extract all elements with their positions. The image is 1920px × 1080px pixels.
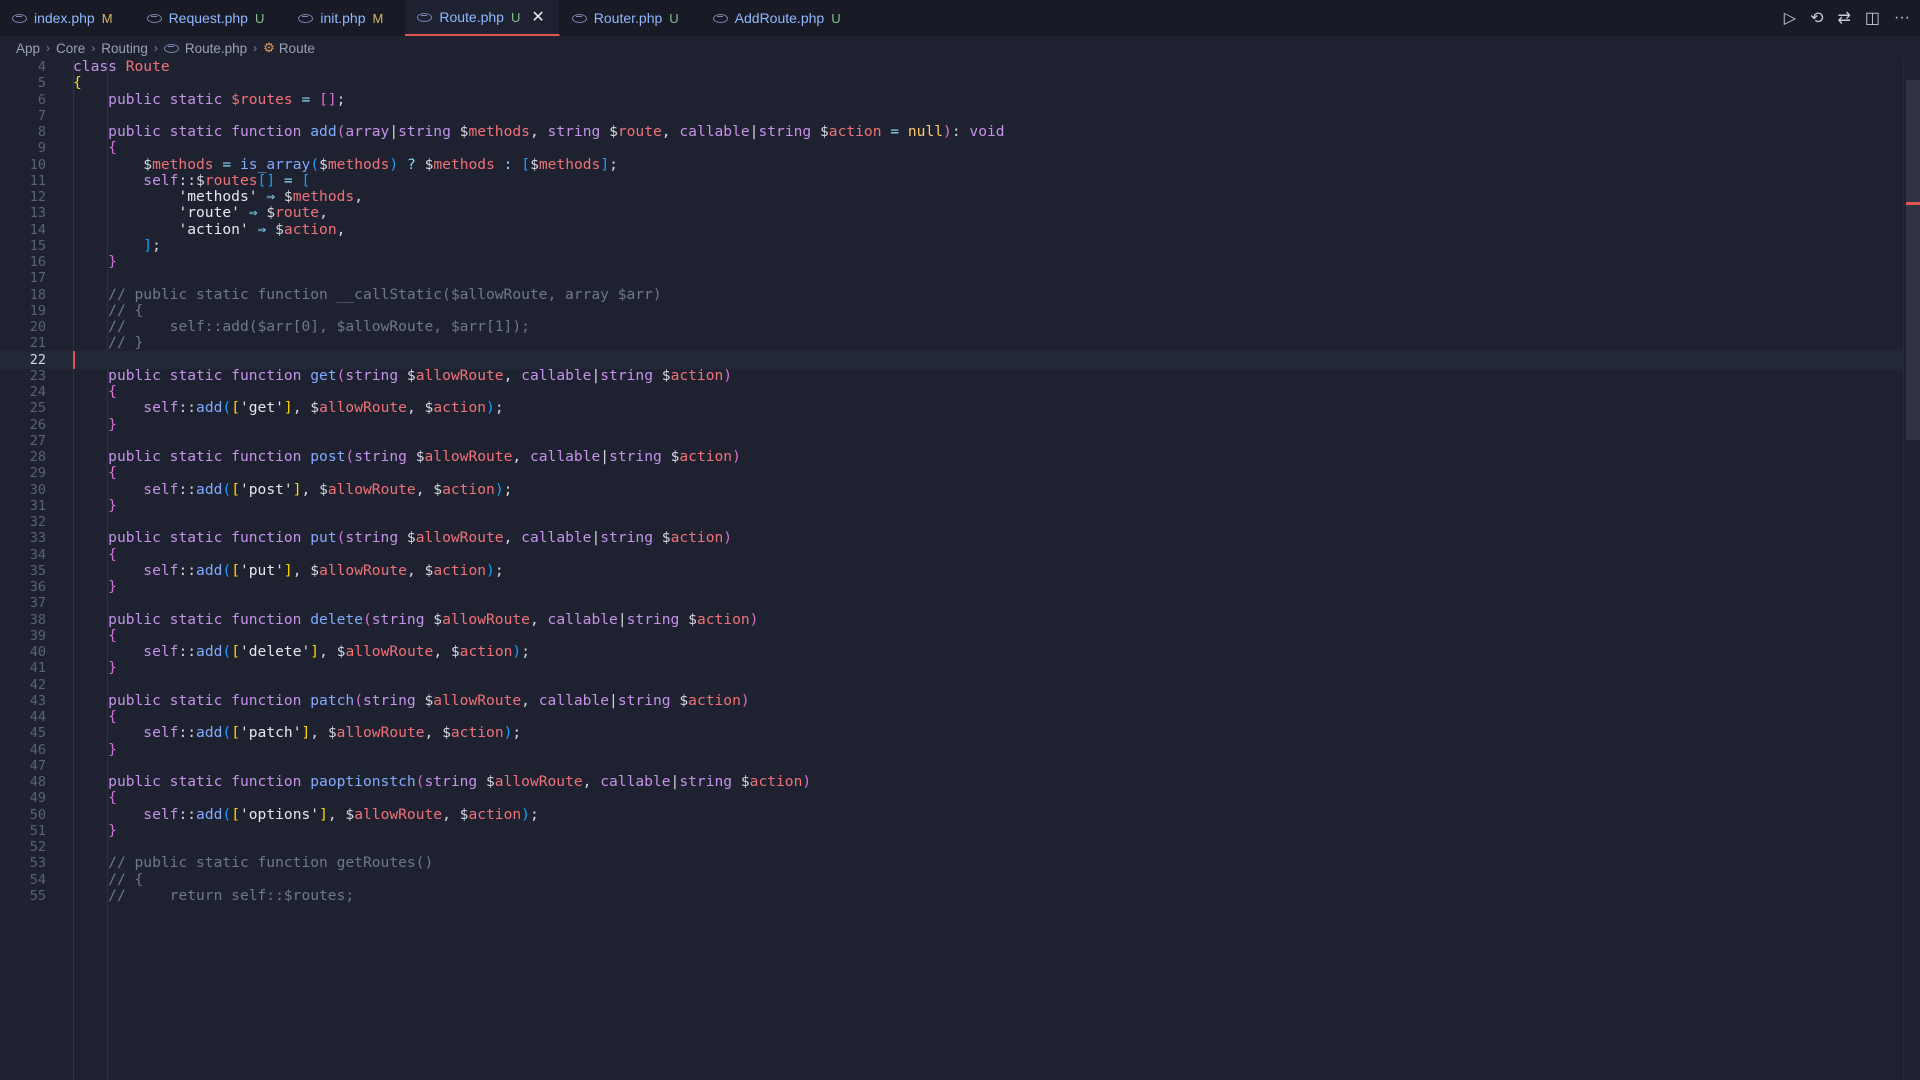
code-line[interactable]: 33 public static function put(string $al… xyxy=(0,529,1904,547)
close-icon[interactable]: ✕ xyxy=(531,7,544,27)
line-number: 53 xyxy=(29,855,46,871)
code-editor[interactable]: 4 class Route 5{6 public static $routes = … xyxy=(0,58,1920,1080)
vertical-scrollbar[interactable] xyxy=(1903,60,1920,1080)
tab-index-php[interactable]: index.php M xyxy=(0,0,135,36)
tab-route-php[interactable]: Route.php U ✕ xyxy=(405,0,560,36)
code-line[interactable]: 49 { xyxy=(0,789,1904,807)
tab-router-php[interactable]: Router.php U xyxy=(559,0,701,36)
breadcrumb-item[interactable]: App xyxy=(16,41,40,56)
code-text: { xyxy=(108,464,117,481)
chevron-right-icon: › xyxy=(91,41,96,55)
scrollbar-thumb[interactable] xyxy=(1906,80,1920,440)
code-text: { xyxy=(73,74,82,91)
tab-git-status: U xyxy=(510,9,521,25)
code-line[interactable]: 21 // } xyxy=(0,334,1904,352)
code-text: self::add(['get'], $allowRoute, $action)… xyxy=(143,399,504,416)
line-number: 21 xyxy=(29,335,46,351)
breadcrumb-item[interactable]: Routing xyxy=(101,41,148,56)
line-number: 17 xyxy=(29,270,46,286)
breadcrumb-item[interactable]: Route.php xyxy=(185,41,247,56)
tab-filename: init.php xyxy=(320,10,366,26)
code-line[interactable]: 9 { xyxy=(0,139,1904,157)
code-text: 'route' ⇒ $route, xyxy=(178,204,328,221)
code-text: } xyxy=(108,659,117,676)
php-file-icon xyxy=(571,13,587,23)
code-text: public static function put(string $allow… xyxy=(108,529,733,546)
code-line[interactable]: 45 self::add(['patch'], $allowRoute, $ac… xyxy=(0,724,1904,742)
tab-filename: index.php xyxy=(34,10,95,26)
class-symbol-icon: ⚙ xyxy=(263,40,275,55)
code-line[interactable]: 25 self::add(['get'], $allowRoute, $acti… xyxy=(0,399,1904,417)
editor-tab-bar: index.php M Request.php U init.php M Route.… xyxy=(0,0,1920,37)
tab-filename: AddRoute.php xyxy=(734,10,825,26)
php-file-icon xyxy=(298,13,314,23)
php-file-icon xyxy=(417,12,433,22)
line-number: 37 xyxy=(29,595,46,611)
line-number: 33 xyxy=(29,530,46,546)
tab-git-status: U xyxy=(254,10,265,26)
tab-git-status: M xyxy=(101,10,113,26)
code-text: // return self::$routes; xyxy=(108,887,355,904)
code-text: { xyxy=(108,139,117,156)
code-text: // } xyxy=(108,334,144,351)
code-line[interactable]: 29 { xyxy=(0,464,1904,482)
tab-init-php[interactable]: init.php M xyxy=(286,0,406,36)
tab-git-status: M xyxy=(372,10,384,26)
code-line[interactable]: 5{ xyxy=(0,74,1904,92)
chevron-right-icon: › xyxy=(46,41,51,55)
line-number: 13 xyxy=(29,205,46,221)
code-line[interactable]: 37 xyxy=(0,594,1904,612)
chevron-right-icon: › xyxy=(153,41,158,55)
tab-git-status: U xyxy=(669,10,679,26)
split-editor-icon[interactable]: ◫ xyxy=(1865,8,1880,28)
line-number: 29 xyxy=(29,465,46,481)
line-number: 9 xyxy=(37,140,46,156)
history-icon[interactable]: ⟲ xyxy=(1810,8,1823,28)
code-line[interactable]: 17 xyxy=(0,269,1904,287)
php-file-icon xyxy=(12,13,27,23)
tab-filename: Router.php xyxy=(593,10,663,26)
line-number: 55 xyxy=(29,888,46,904)
code-line[interactable]: 53 // public static function getRoutes() xyxy=(0,854,1904,872)
code-text: // public static function getRoutes() xyxy=(108,854,434,871)
line-number: 5 xyxy=(37,75,46,91)
code-text: { xyxy=(108,789,117,806)
tab-addroute-php[interactable]: AddRoute.php U xyxy=(700,0,863,36)
code-line[interactable]: 55 // return self::$routes; xyxy=(0,887,1904,905)
tab-request-php[interactable]: Request.php U xyxy=(134,0,287,36)
php-file-icon xyxy=(712,13,728,23)
line-number: 41 xyxy=(29,660,46,676)
code-line[interactable]: 13 'route' ⇒ $route, xyxy=(0,204,1904,222)
editor-actions: ▷ ⟲ ⇄ ◫ ··· xyxy=(1784,0,1910,36)
php-file-icon xyxy=(146,13,162,23)
line-number: 49 xyxy=(29,790,46,806)
tab-filename: Request.php xyxy=(168,10,248,26)
breadcrumb-item[interactable]: Route xyxy=(279,41,315,56)
more-actions-icon[interactable]: ··· xyxy=(1894,9,1910,27)
tab-filename: Route.php xyxy=(439,9,504,25)
line-number: 25 xyxy=(29,400,46,416)
code-line[interactable]: 41 } xyxy=(0,659,1904,677)
tab-list: index.php M Request.php U init.php M Route.… xyxy=(0,0,863,36)
run-icon[interactable]: ▷ xyxy=(1784,8,1796,28)
breadcrumb-item[interactable]: Core xyxy=(56,41,85,56)
tab-git-status: U xyxy=(831,10,841,26)
php-file-icon xyxy=(163,43,179,53)
compare-changes-icon[interactable]: ⇄ xyxy=(1837,8,1850,28)
breadcrumb: App › Core › Routing › Route.php › ⚙ Route xyxy=(0,36,1920,60)
cursor-position-marker xyxy=(1906,202,1920,205)
chevron-right-icon: › xyxy=(253,41,258,55)
code-text: self::add(['patch'], $allowRoute, $actio… xyxy=(143,724,522,741)
line-number: 45 xyxy=(29,725,46,741)
